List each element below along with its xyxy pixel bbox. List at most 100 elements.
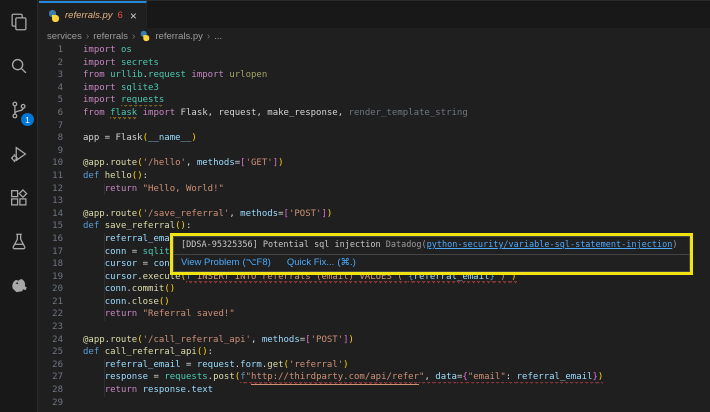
line-number: 24 bbox=[39, 334, 63, 347]
indent-guide bbox=[104, 271, 105, 284]
indent-guide bbox=[104, 296, 105, 309]
line-number: 29 bbox=[39, 397, 63, 410]
code-line[interactable]: 10@app.route('/hello', methods=['GET']) bbox=[39, 157, 710, 170]
code-line[interactable]: 9 bbox=[39, 145, 710, 158]
source-control-icon[interactable]: 1 bbox=[0, 88, 38, 132]
view-problem-link[interactable]: View Problem(⌥F8) bbox=[181, 256, 271, 269]
indent-guide bbox=[104, 371, 105, 384]
line-number: 8 bbox=[39, 132, 63, 145]
line-number: 20 bbox=[39, 283, 63, 296]
hover-message: Potential sql injection bbox=[263, 240, 381, 250]
code-line[interactable]: 5import requests bbox=[39, 94, 710, 107]
breadcrumb-item-file[interactable]: referrals.py bbox=[155, 31, 203, 42]
hover-rule-link[interactable]: python-security/variable-sql-statement-i… bbox=[427, 240, 673, 250]
code-line[interactable]: 1import os bbox=[39, 44, 710, 57]
tab-filename: referrals.py bbox=[65, 10, 113, 21]
code-line[interactable]: 12 return "Hello, World!" bbox=[39, 183, 710, 196]
code-editor[interactable]: 1import os2import secrets3from urllib.re… bbox=[39, 44, 710, 409]
extensions-icon[interactable] bbox=[0, 176, 38, 220]
code-line[interactable]: 13 bbox=[39, 195, 710, 208]
code-line[interactable]: 8app = Flask(__name__) bbox=[39, 132, 710, 145]
breadcrumb-item-referrals[interactable]: referrals bbox=[93, 31, 128, 42]
editor-group: referrals.py 6 × services › referrals › … bbox=[39, 0, 710, 412]
line-number: 2 bbox=[39, 57, 63, 70]
line-number: 12 bbox=[39, 183, 63, 196]
line-number: 26 bbox=[39, 359, 63, 372]
testing-beaker-icon[interactable] bbox=[0, 220, 38, 264]
chevron-right-icon: › bbox=[207, 31, 210, 42]
scm-badge: 1 bbox=[21, 113, 34, 126]
chevron-right-icon: › bbox=[86, 31, 89, 42]
line-number: 7 bbox=[39, 120, 63, 133]
code-line[interactable]: 24@app.route('/call_referral_api', metho… bbox=[39, 334, 710, 347]
line-number: 27 bbox=[39, 371, 63, 384]
tab-close-icon[interactable]: × bbox=[130, 10, 137, 22]
line-number: 25 bbox=[39, 346, 63, 359]
annotation-highlight-box: [DDSA-95325356] Potential sql injection … bbox=[170, 233, 693, 275]
search-icon[interactable] bbox=[0, 44, 38, 88]
line-number: 14 bbox=[39, 208, 63, 221]
code-line[interactable]: 25def call_referral_api(): bbox=[39, 346, 710, 359]
tab-referrals-py[interactable]: referrals.py 6 × bbox=[39, 1, 147, 28]
code-line[interactable]: 4import sqlite3 bbox=[39, 82, 710, 95]
breadcrumb-item-ellipsis[interactable]: ... bbox=[214, 31, 222, 42]
indent-guide bbox=[104, 233, 105, 246]
tab-bar: referrals.py 6 × bbox=[39, 0, 710, 28]
line-number: 16 bbox=[39, 233, 63, 246]
chevron-right-icon: › bbox=[132, 31, 135, 42]
code-line[interactable]: 14@app.route('/save_referral', methods=[… bbox=[39, 208, 710, 221]
indent-guide bbox=[104, 258, 105, 271]
line-number: 21 bbox=[39, 296, 63, 309]
line-number: 15 bbox=[39, 220, 63, 233]
code-line[interactable]: 27 response = requests.post(f"http://thi… bbox=[39, 371, 710, 384]
line-number: 23 bbox=[39, 321, 63, 334]
problem-hover-tooltip: [DDSA-95325356] Potential sql injection … bbox=[173, 236, 690, 272]
code-line[interactable]: 29 bbox=[39, 397, 710, 410]
line-number: 10 bbox=[39, 157, 63, 170]
line-number: 9 bbox=[39, 145, 63, 158]
line-number: 1 bbox=[39, 44, 63, 57]
datadog-icon[interactable] bbox=[0, 264, 38, 308]
line-number: 18 bbox=[39, 258, 63, 271]
breadcrumb-item-services[interactable]: services bbox=[47, 31, 82, 42]
breadcrumb: services › referrals › referrals.py › ..… bbox=[39, 28, 710, 44]
code-line[interactable]: 7 bbox=[39, 120, 710, 133]
indent-guide bbox=[104, 283, 105, 296]
line-number: 5 bbox=[39, 94, 63, 107]
line-number: 3 bbox=[39, 69, 63, 82]
line-number: 4 bbox=[39, 82, 63, 95]
run-debug-icon[interactable] bbox=[0, 132, 38, 176]
code-line[interactable]: 15def save_referral(): bbox=[39, 220, 710, 233]
line-number: 13 bbox=[39, 195, 63, 208]
code-line[interactable]: 2import secrets bbox=[39, 57, 710, 70]
tab-problem-count: 6 bbox=[118, 10, 123, 21]
code-line[interactable]: 11def hello(): bbox=[39, 170, 710, 183]
hover-actions-row: View Problem(⌥F8) Quick Fix...(⌘.) bbox=[174, 254, 689, 271]
indent-guide bbox=[104, 183, 105, 196]
code-line[interactable]: 23 bbox=[39, 321, 710, 334]
line-number: 22 bbox=[39, 308, 63, 321]
activity-bar: 1 bbox=[0, 0, 38, 412]
indent-guide bbox=[104, 359, 105, 372]
hover-source-suffix: ) bbox=[672, 240, 677, 250]
line-number: 6 bbox=[39, 107, 63, 120]
hover-rule-id: [DDSA-95325356] bbox=[181, 240, 258, 250]
line-number: 19 bbox=[39, 271, 63, 284]
code-line[interactable]: 21 conn.close() bbox=[39, 296, 710, 309]
explorer-icon[interactable] bbox=[0, 0, 38, 44]
python-file-icon bbox=[140, 31, 150, 41]
hover-message-row: [DDSA-95325356] Potential sql injection … bbox=[174, 237, 689, 254]
python-file-icon bbox=[48, 10, 60, 22]
code-line[interactable]: 20 conn.commit() bbox=[39, 283, 710, 296]
code-line[interactable]: 26 referral_email = request.form.get('re… bbox=[39, 359, 710, 372]
code-line[interactable]: 28 return response.text bbox=[39, 384, 710, 397]
line-number: 11 bbox=[39, 170, 63, 183]
code-line[interactable]: 6from flask import Flask, request, make_… bbox=[39, 107, 710, 120]
code-line[interactable]: 3from urllib.request import urlopen bbox=[39, 69, 710, 82]
quick-fix-link[interactable]: Quick Fix...(⌘.) bbox=[287, 256, 356, 269]
line-number: 17 bbox=[39, 246, 63, 259]
line-number: 28 bbox=[39, 384, 63, 397]
indent-guide bbox=[104, 246, 105, 259]
hover-source-prefix: Datadog( bbox=[386, 240, 427, 250]
code-line[interactable]: 22 return "Referral saved!" bbox=[39, 308, 710, 321]
